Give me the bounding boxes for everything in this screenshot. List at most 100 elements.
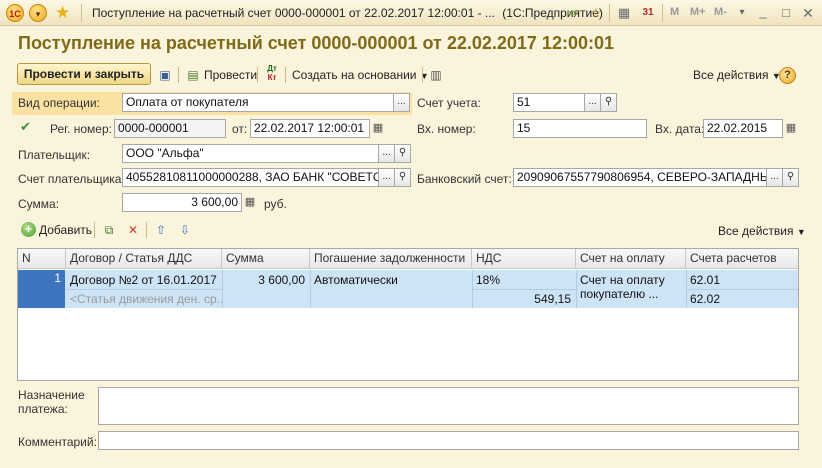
table-all-actions-button[interactable]: Все действия ▼ bbox=[718, 224, 806, 238]
currency-label: руб. bbox=[264, 197, 287, 211]
amount-label: Сумма: bbox=[18, 197, 60, 211]
app-logo-icon[interactable]: 1С bbox=[6, 4, 24, 22]
reg-number-field[interactable]: 0000-000001 bbox=[114, 119, 226, 138]
memory-button[interactable]: M bbox=[670, 6, 679, 18]
divider bbox=[422, 67, 423, 83]
create-based-on-label: Создать на основании bbox=[292, 68, 417, 82]
memory-minus-button[interactable]: M- bbox=[714, 6, 727, 18]
add-icon[interactable]: + bbox=[21, 222, 36, 237]
dt-kt-icon[interactable]: Дт Кт bbox=[263, 64, 281, 84]
search-icon[interactable]: ⚲ bbox=[394, 168, 411, 187]
calculator-icon[interactable]: ▦ bbox=[616, 5, 632, 21]
payer-label: Плательщик: bbox=[18, 148, 91, 162]
cell-account-1[interactable]: 62.01 bbox=[686, 272, 798, 289]
post-and-close-button[interactable]: Провести и закрыть bbox=[17, 63, 151, 85]
column-header-accounts[interactable]: Счета расчетов bbox=[686, 249, 798, 269]
divider bbox=[609, 4, 610, 22]
calendar-icon[interactable]: ▦ bbox=[370, 119, 386, 138]
date-field[interactable]: 22.02.2017 12:00:01 bbox=[250, 119, 370, 138]
select-button[interactable]: ... bbox=[393, 93, 410, 112]
edit-number-icon[interactable]: ✔ bbox=[20, 119, 38, 135]
account-field[interactable]: 51 bbox=[513, 93, 585, 112]
in-number-label: Вх. номер: bbox=[417, 122, 476, 136]
print-report-icon[interactable]: ▥ bbox=[428, 67, 444, 83]
column-header-repayment[interactable]: Погашение задолженности bbox=[310, 249, 472, 269]
memory-plus-button[interactable]: M+ bbox=[690, 6, 706, 18]
post-button[interactable]: Провести bbox=[204, 68, 257, 82]
add-row-button[interactable]: Добавить bbox=[39, 223, 92, 237]
calendar-icon[interactable]: ▦ bbox=[783, 119, 799, 138]
purpose-label: Назначение платежа: bbox=[18, 388, 85, 416]
cell-contract[interactable]: Договор №2 от 16.01.2017 bbox=[66, 272, 222, 289]
maximize-icon[interactable]: □ bbox=[778, 5, 794, 21]
purpose-label-line1: Назначение bbox=[18, 388, 85, 402]
search-icon[interactable]: ⚲ bbox=[600, 93, 617, 112]
favorites-star-icon[interactable]: ★ bbox=[55, 3, 70, 23]
search-icon[interactable]: ⚲ bbox=[394, 144, 411, 163]
comment-field[interactable] bbox=[98, 431, 799, 450]
dropdown-icon[interactable]: ▾ bbox=[734, 5, 750, 21]
divider bbox=[285, 67, 286, 83]
delete-row-icon[interactable]: ✕ bbox=[125, 222, 141, 238]
select-button[interactable]: ... bbox=[766, 168, 783, 187]
amount-field[interactable]: 3 600,00 bbox=[122, 193, 242, 212]
select-button[interactable]: ... bbox=[378, 168, 395, 187]
comment-label: Комментарий: bbox=[18, 435, 97, 449]
operation-type-field[interactable]: Оплата от покупателя bbox=[122, 93, 394, 112]
close-icon[interactable]: ✕ bbox=[800, 5, 816, 21]
bank-account-field[interactable]: 20909067557790806954, СЕВЕРО-ЗАПАДНЫЙ БА… bbox=[513, 168, 767, 187]
main-menu-icon[interactable]: ▾ bbox=[29, 4, 47, 22]
row-number[interactable]: 1 bbox=[18, 270, 65, 308]
column-header-sum[interactable]: Сумма bbox=[222, 249, 310, 269]
divider bbox=[81, 4, 82, 22]
cell-repayment[interactable]: Автоматически bbox=[310, 272, 472, 289]
column-header-n[interactable]: N bbox=[18, 249, 66, 269]
operation-type-label: Вид операции: bbox=[18, 96, 100, 110]
create-based-on-button[interactable]: Создать на основании ▼ bbox=[292, 68, 429, 82]
divider bbox=[662, 4, 663, 22]
table-all-actions-label: Все действия bbox=[718, 224, 794, 238]
calendar-icon[interactable]: 31 bbox=[640, 5, 656, 21]
cell-dds-item[interactable]: <Статья движения ден. ср... bbox=[66, 291, 222, 308]
add-favorite-icon[interactable]: ☆ bbox=[588, 5, 604, 21]
account-label: Счет учета: bbox=[417, 96, 481, 110]
cell-invoice-line2[interactable]: покупателю ... bbox=[576, 286, 686, 303]
payer-field[interactable]: ООО "Альфа" bbox=[122, 144, 379, 163]
back-arrow-icon[interactable]: ⇨ bbox=[565, 5, 581, 21]
post-icon[interactable]: ▤ bbox=[185, 67, 201, 83]
payer-account-field[interactable]: 40552810811000000288, ЗАО БАНК "СОВЕТСКИ… bbox=[122, 168, 379, 187]
divider bbox=[146, 222, 147, 238]
select-button[interactable]: ... bbox=[584, 93, 601, 112]
in-date-label: Вх. дата: bbox=[655, 122, 705, 136]
column-header-contract[interactable]: Договор / Статья ДДС bbox=[66, 249, 222, 269]
select-button[interactable]: ... bbox=[378, 144, 395, 163]
chevron-down-icon: ▼ bbox=[796, 227, 806, 237]
all-actions-button[interactable]: Все действия ▼ bbox=[693, 68, 781, 82]
in-number-field[interactable]: 15 bbox=[513, 119, 647, 138]
window-title-text: Поступление на расчетный счет 0000-00000… bbox=[92, 6, 495, 20]
divider bbox=[178, 67, 179, 83]
cell-account-2[interactable]: 62.02 bbox=[686, 291, 798, 308]
all-actions-label: Все действия bbox=[693, 68, 769, 82]
minimize-icon[interactable]: _ bbox=[755, 4, 771, 20]
purpose-textarea[interactable] bbox=[98, 387, 799, 425]
search-icon[interactable]: ⚲ bbox=[782, 168, 799, 187]
calculator-icon[interactable]: ▦ bbox=[242, 193, 258, 212]
cell-vat-rate[interactable]: 18% bbox=[472, 272, 576, 289]
copy-row-icon[interactable]: ⧉ bbox=[101, 222, 117, 238]
move-down-icon[interactable]: ⇩ bbox=[177, 222, 193, 238]
save-icon[interactable]: ▣ bbox=[157, 67, 173, 83]
grid-line bbox=[472, 289, 576, 290]
in-date-field[interactable]: 22.02.2015 bbox=[703, 119, 783, 138]
help-icon[interactable]: ? bbox=[779, 67, 796, 84]
payer-account-label: Счет плательщика: bbox=[18, 172, 125, 186]
grid-line bbox=[686, 289, 798, 290]
purpose-label-line2: платежа: bbox=[18, 402, 68, 416]
cell-sum[interactable]: 3 600,00 bbox=[222, 272, 308, 289]
cell-vat-amount[interactable]: 549,15 bbox=[472, 291, 574, 308]
bank-account-label: Банковский счет: bbox=[417, 172, 512, 186]
column-header-invoice[interactable]: Счет на оплату bbox=[576, 249, 686, 269]
move-up-icon[interactable]: ⇧ bbox=[153, 222, 169, 238]
column-header-vat[interactable]: НДС bbox=[472, 249, 576, 269]
payments-table[interactable]: N Договор / Статья ДДС Сумма Погашение з… bbox=[17, 248, 799, 381]
